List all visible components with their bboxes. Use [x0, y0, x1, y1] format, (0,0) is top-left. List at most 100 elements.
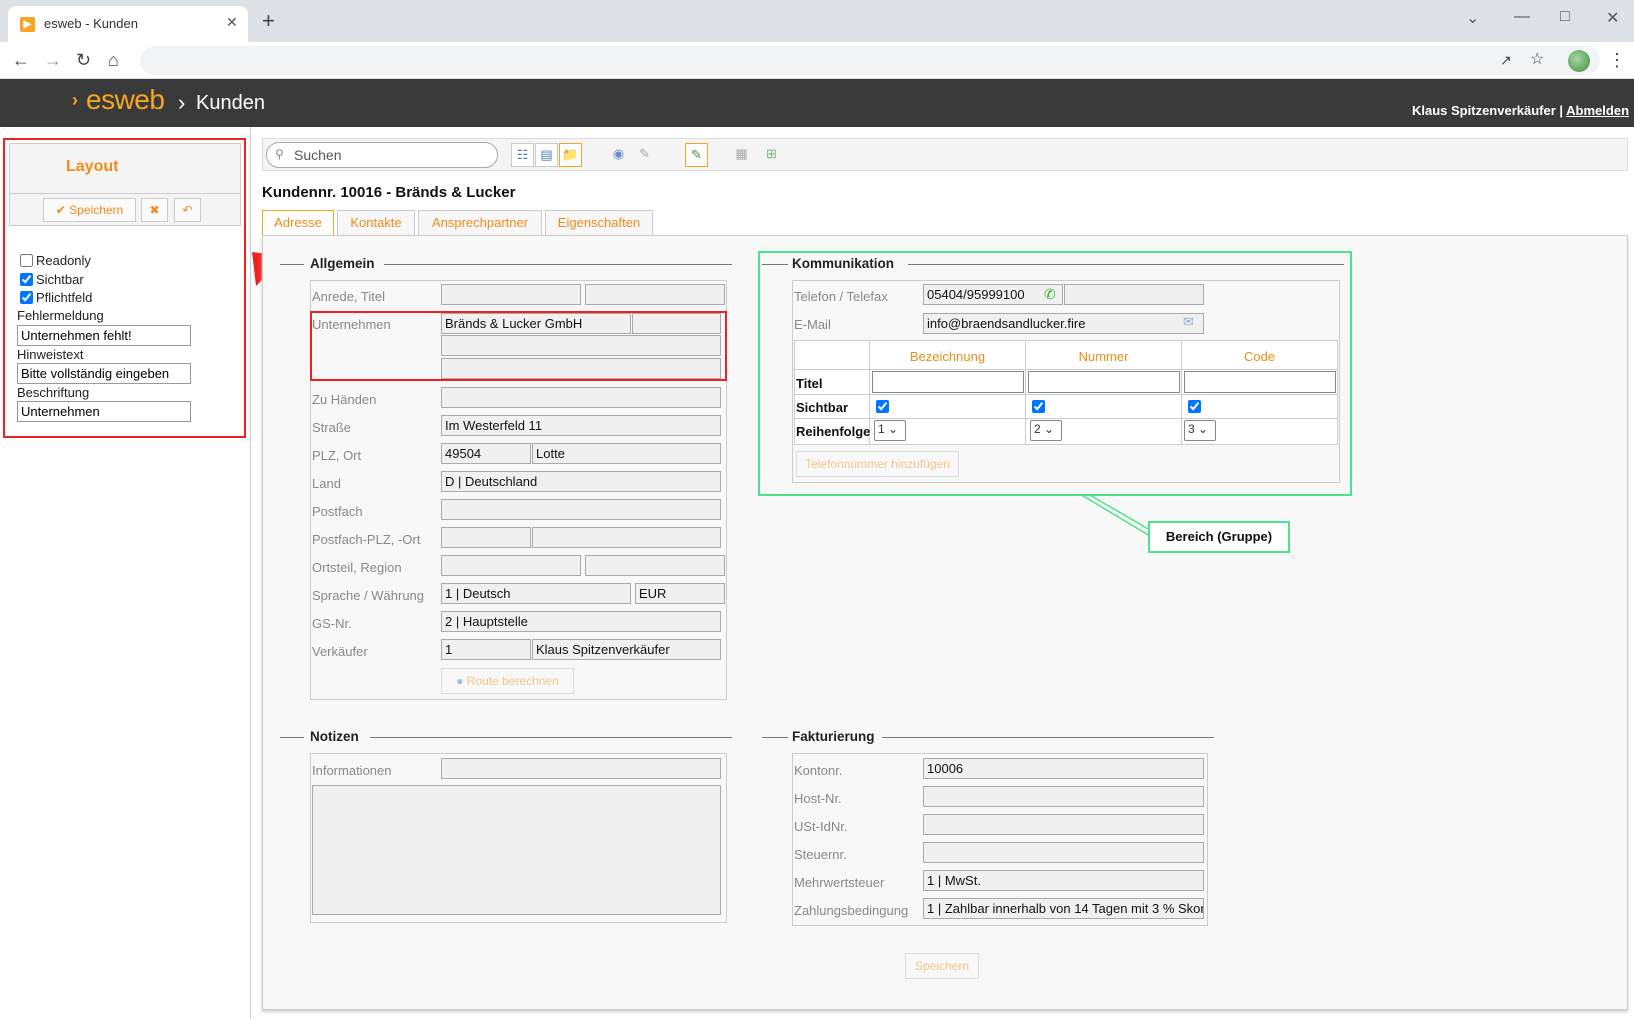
reihenfolge-nummer-select[interactable]: 2 ⌄ — [1030, 420, 1062, 441]
window-close-icon[interactable]: ✕ — [1606, 8, 1619, 28]
chevron-down-icon[interactable]: ⌄ — [1466, 8, 1479, 28]
sichtbar-bezeichnung-checkbox[interactable] — [876, 400, 889, 413]
layout-cancel-button[interactable]: ✖ — [141, 198, 168, 222]
visible-label: Sichtbar — [36, 272, 84, 287]
notizen-textarea[interactable] — [312, 785, 721, 915]
layout-save-label: Speichern — [69, 203, 124, 217]
informationen-label: Informationen — [312, 763, 392, 778]
required-checkbox-row[interactable]: Pflichtfeld — [20, 290, 92, 305]
postfachplz-field[interactable] — [441, 527, 531, 548]
breadcrumb[interactable]: Kunden — [196, 92, 265, 115]
search-placeholder: Suchen — [294, 147, 342, 163]
visible-checkbox-row[interactable]: Sichtbar — [20, 272, 84, 287]
readonly-checkbox[interactable] — [20, 254, 33, 267]
tab-kontakte[interactable]: Kontakte — [337, 210, 415, 236]
callout-bereich-gruppe: Bereich (Gruppe) — [1148, 521, 1290, 553]
route-button[interactable]: ● Route berechnen — [441, 668, 574, 694]
postfachort-field[interactable] — [532, 527, 721, 548]
ustid-field[interactable] — [923, 814, 1204, 835]
informationen-field[interactable] — [441, 758, 721, 779]
ort-field[interactable]: Lotte — [532, 443, 721, 464]
tab-ansprechpartner[interactable]: Ansprechpartner — [418, 210, 542, 236]
tab-adresse[interactable]: Adresse — [262, 210, 334, 237]
required-checkbox[interactable] — [20, 291, 33, 304]
user-name: Klaus Spitzenverkäufer — [1412, 103, 1556, 118]
kontonr-field[interactable]: 10006 — [923, 758, 1204, 779]
verkaeufer-name-field[interactable]: Klaus Spitzenverkäufer — [532, 639, 721, 660]
app-logo[interactable]: esweb — [86, 84, 165, 116]
visible-checkbox[interactable] — [20, 273, 33, 286]
telefon-label: Telefon / Telefax — [794, 289, 888, 304]
share-icon[interactable]: ↗ — [1500, 50, 1512, 70]
folder-view-icon[interactable]: 📁 — [559, 143, 582, 167]
hint-text-input[interactable] — [17, 363, 191, 384]
add-phone-button[interactable]: Telefonnummer hinzufügen — [796, 451, 959, 477]
land-field[interactable]: D | Deutschland — [441, 471, 721, 492]
export-icon[interactable]: ▦ — [730, 143, 753, 167]
verkaeufer-nr-field[interactable]: 1 — [441, 639, 531, 660]
steuer-field[interactable] — [923, 842, 1204, 863]
readonly-checkbox-row[interactable]: Readonly — [20, 253, 91, 268]
titel-field[interactable] — [585, 284, 725, 305]
home-icon[interactable]: ⌂ — [108, 50, 119, 70]
postfach-field[interactable] — [441, 499, 721, 520]
email-field[interactable]: info@braendsandlucker.fire — [923, 313, 1204, 334]
strasse-field[interactable]: Im Westerfeld 11 — [441, 415, 721, 436]
zuhaenden-field[interactable] — [441, 387, 721, 408]
url-input[interactable] — [140, 46, 1600, 75]
menu-dots-icon[interactable]: ⋮ — [1608, 50, 1626, 70]
postfach-label: Postfach — [312, 504, 363, 519]
col-header-code: Code — [1243, 349, 1276, 364]
titel-code-input[interactable] — [1184, 371, 1336, 393]
chevron-down-icon: ⌄ — [1198, 422, 1209, 436]
mail-icon[interactable]: ✉ — [1183, 314, 1194, 330]
host-field[interactable] — [923, 786, 1204, 807]
telefon-field[interactable]: 05404/95999100 — [923, 284, 1063, 305]
detail-view-icon[interactable]: ▤ — [535, 143, 558, 167]
excel-icon[interactable]: ⊞ — [760, 143, 783, 167]
new-tab-icon[interactable]: + — [262, 10, 275, 32]
save-button[interactable]: Speichern — [905, 953, 979, 979]
layout-undo-button[interactable]: ↶ — [174, 198, 201, 222]
sprache-field[interactable]: 1 | Deutsch — [441, 583, 631, 604]
ortsteil-field[interactable] — [441, 555, 581, 576]
kontonr-label: Kontonr. — [794, 763, 843, 778]
titel-bezeichnung-input[interactable] — [872, 371, 1024, 393]
plz-field[interactable]: 49504 — [441, 443, 531, 464]
maximize-icon[interactable]: □ — [1560, 8, 1570, 26]
back-icon[interactable]: ← — [12, 50, 30, 70]
sichtbar-nummer-checkbox[interactable] — [1032, 400, 1045, 413]
broom-icon[interactable]: ✎ — [633, 143, 656, 167]
reihenfolge-code-select[interactable]: 3 ⌄ — [1184, 420, 1216, 441]
anrede-field[interactable] — [441, 284, 581, 305]
close-icon[interactable]: ✕ — [226, 14, 238, 31]
bookmark-star-icon[interactable]: ☆ — [1530, 50, 1544, 70]
select-value: 1 — [878, 422, 885, 436]
error-message-input[interactable] — [17, 325, 191, 346]
logout-link[interactable]: Abmelden — [1566, 103, 1629, 118]
tab-eigenschaften[interactable]: Eigenschaften — [545, 210, 653, 236]
database-icon[interactable]: ◉ — [607, 143, 630, 167]
region-field[interactable] — [585, 555, 725, 576]
forward-icon[interactable]: → — [44, 50, 62, 70]
titel-nummer-input[interactable] — [1028, 371, 1180, 393]
allgemein-legend: Allgemein — [310, 256, 375, 271]
layout-edit-icon[interactable]: ✎ — [685, 143, 708, 167]
profile-avatar[interactable] — [1568, 50, 1590, 72]
search-icon: ⚲ — [275, 147, 284, 161]
list-view-icon[interactable]: ☷ — [511, 143, 534, 167]
reihenfolge-bezeichnung-select[interactable]: 1 ⌄ — [874, 420, 906, 441]
telefax-field[interactable] — [1064, 284, 1204, 305]
gs-field[interactable]: 2 | Hauptstelle — [441, 611, 721, 632]
phone-icon[interactable]: ✆ — [1044, 286, 1056, 303]
waehrung-field[interactable]: EUR — [635, 583, 725, 604]
sichtbar-code-checkbox[interactable] — [1188, 400, 1201, 413]
minimize-icon[interactable]: — — [1514, 8, 1530, 26]
layout-save-button[interactable]: ✔ Speichern — [43, 198, 136, 222]
fieldset-line — [280, 737, 304, 738]
zahlung-field[interactable]: 1 | Zahlbar innerhalb von 14 Tagen mit 3… — [923, 898, 1204, 919]
caption-input[interactable] — [17, 401, 191, 422]
reload-icon[interactable]: ↻ — [76, 50, 91, 70]
browser-tab[interactable]: ▶ esweb - Kunden ✕ — [8, 6, 248, 42]
mwst-field[interactable]: 1 | MwSt. — [923, 870, 1204, 891]
